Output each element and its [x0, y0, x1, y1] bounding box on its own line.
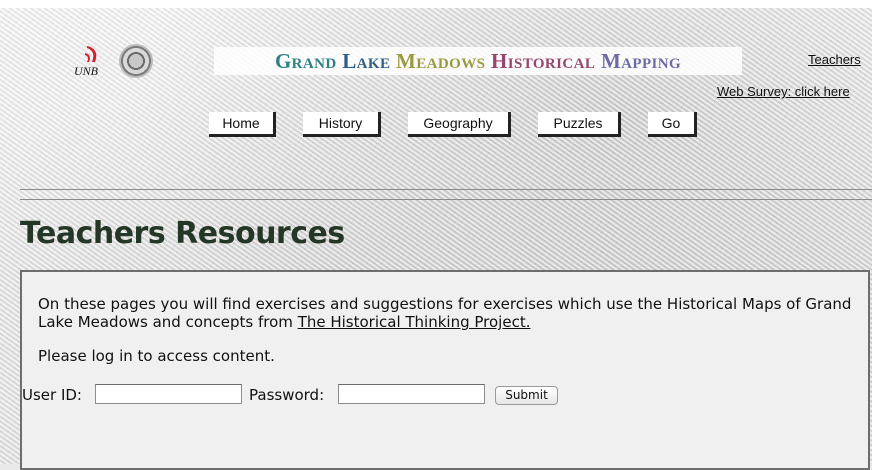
web-survey-link[interactable]: Web Survey: click here: [717, 84, 850, 99]
page-title: Teachers Resources: [20, 216, 345, 251]
title-word-lake: Lake: [342, 49, 391, 73]
submit-button[interactable]: Submit: [495, 386, 558, 405]
user-id-label: User ID:: [22, 386, 82, 404]
password-label: Password:: [249, 386, 325, 404]
university-seal-icon: [119, 44, 153, 78]
intro-paragraph: On these pages you will find exercises a…: [38, 295, 868, 331]
title-word-grand: Grand: [274, 49, 337, 73]
unb-logo: UNB: [70, 44, 110, 80]
divider-top: [20, 189, 872, 190]
nav-go-button[interactable]: Go: [648, 112, 697, 137]
login-message: Please log in to access content.: [38, 347, 275, 365]
unb-mark-icon: [85, 46, 97, 62]
unb-logo-text: UNB: [74, 64, 98, 78]
nav-home-button[interactable]: Home: [209, 112, 276, 137]
site-title: Grand Lake Meadows Historical Mapping: [214, 47, 742, 75]
nav-geography-button[interactable]: Geography: [408, 112, 511, 137]
password-input[interactable]: [338, 384, 485, 404]
historical-thinking-link[interactable]: The Historical Thinking Project.: [298, 313, 531, 331]
nav-puzzles-button[interactable]: Puzzles: [538, 112, 621, 137]
divider-bottom: [20, 199, 872, 200]
teachers-link[interactable]: Teachers: [808, 52, 861, 67]
title-word-meadows: Meadows: [396, 49, 486, 73]
user-id-input[interactable]: [95, 384, 242, 404]
nav-history-button[interactable]: History: [303, 112, 381, 137]
title-word-mapping: Mapping: [600, 49, 682, 73]
title-word-historical: Historical: [491, 49, 596, 73]
top-strip: [0, 0, 872, 8]
